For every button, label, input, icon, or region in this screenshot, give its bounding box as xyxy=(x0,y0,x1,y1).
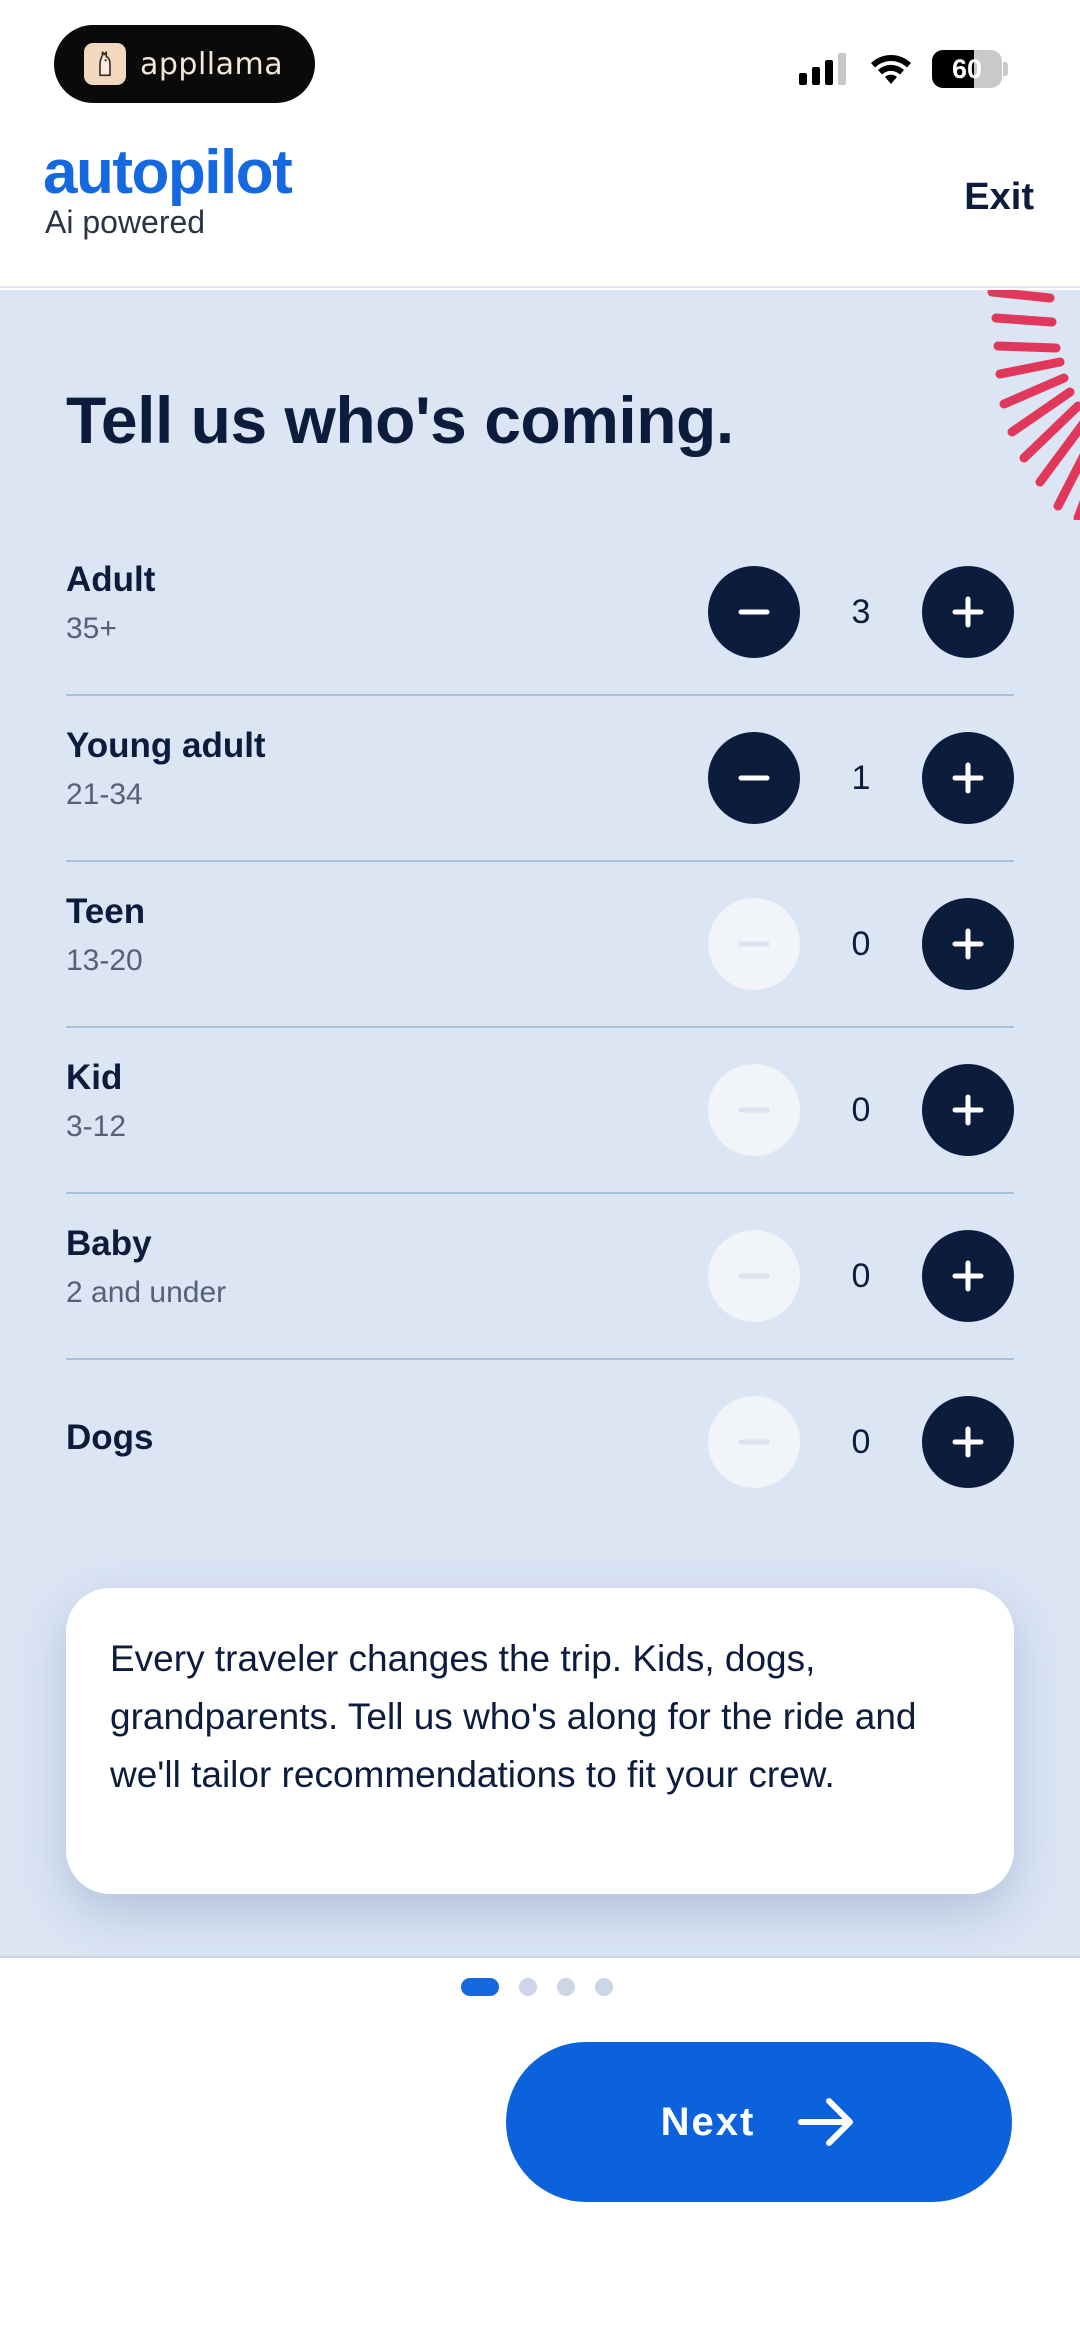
traveler-row: Young adult 21-34 1 xyxy=(66,696,1014,862)
minus-icon xyxy=(738,1107,770,1113)
signal-icon xyxy=(799,53,846,85)
minus-icon xyxy=(738,775,770,781)
page-dot xyxy=(595,1978,613,1996)
traveler-row: Adult 35+ 3 xyxy=(66,530,1014,696)
increment-button[interactable] xyxy=(922,1396,1014,1488)
traveler-age-range: 21-34 xyxy=(66,778,143,811)
sunburst-decoration xyxy=(987,290,1080,520)
traveler-age-range: 13-20 xyxy=(66,944,143,977)
page-dot-active xyxy=(461,1978,499,1996)
decrement-button[interactable] xyxy=(708,1064,800,1156)
count-value: 0 xyxy=(851,925,871,963)
info-card: Every traveler changes the trip. Kids, d… xyxy=(66,1588,1014,1894)
traveler-type-label: Young adult xyxy=(66,726,266,765)
next-label: Next xyxy=(660,2099,756,2144)
traveler-row: Baby 2 and under 0 xyxy=(66,1194,1014,1360)
page-dot xyxy=(557,1978,575,1996)
info-text: Every traveler changes the trip. Kids, d… xyxy=(110,1638,917,1795)
count-value: 0 xyxy=(851,1257,871,1295)
minus-icon xyxy=(738,1439,770,1445)
plus-icon xyxy=(952,1094,984,1126)
decrement-button[interactable] xyxy=(708,1230,800,1322)
wifi-icon xyxy=(871,55,911,84)
increment-button[interactable] xyxy=(922,898,1014,990)
llama-icon xyxy=(84,43,126,85)
traveler-type-label: Teen xyxy=(66,892,146,931)
traveler-row: Teen 13-20 0 xyxy=(66,862,1014,1028)
increment-button[interactable] xyxy=(922,1064,1014,1156)
count-value: 0 xyxy=(851,1091,871,1129)
count-stepper: 0 xyxy=(708,1230,1014,1322)
count-value: 0 xyxy=(851,1423,871,1461)
main-content: Tell us who's coming. Adult 35+ 3 Young adu… xyxy=(0,290,1080,1958)
increment-button[interactable] xyxy=(922,566,1014,658)
plus-icon xyxy=(952,928,984,960)
count-stepper: 0 xyxy=(708,898,1014,990)
traveler-type-label: Kid xyxy=(66,1058,123,1097)
decrement-button[interactable] xyxy=(708,732,800,824)
page-indicator xyxy=(461,1978,613,1996)
traveler-age-range: 35+ xyxy=(66,612,117,645)
status-bar: appllama 60 xyxy=(0,0,1080,120)
minus-icon xyxy=(738,609,770,615)
minus-icon xyxy=(738,941,770,947)
traveler-type-label: Baby xyxy=(66,1224,152,1263)
traveler-type-label: Adult xyxy=(66,560,156,599)
arrow-right-icon xyxy=(798,2098,854,2146)
app-header: autopilot Ai powered Exit xyxy=(0,120,1080,288)
count-stepper: 0 xyxy=(708,1396,1014,1488)
count-stepper: 3 xyxy=(708,566,1014,658)
plus-icon xyxy=(952,1260,984,1292)
count-stepper: 0 xyxy=(708,1064,1014,1156)
app-pill[interactable]: appllama xyxy=(54,25,315,103)
count-value: 1 xyxy=(851,759,871,797)
count-value: 3 xyxy=(851,593,871,631)
decrement-button[interactable] xyxy=(708,898,800,990)
app-name: appllama xyxy=(140,46,284,82)
decrement-button[interactable] xyxy=(708,566,800,658)
page-dot xyxy=(519,1978,537,1996)
minus-icon xyxy=(738,1273,770,1279)
traveler-row: Dogs 0 xyxy=(66,1360,1014,1526)
brand-logo: autopilot xyxy=(43,138,293,207)
battery-percent: 60 xyxy=(951,54,983,84)
traveler-age-range: 2 and under xyxy=(66,1276,227,1309)
brand-tagline: Ai powered xyxy=(45,204,206,240)
increment-button[interactable] xyxy=(922,1230,1014,1322)
battery-icon: 60 xyxy=(932,50,1008,88)
traveler-list: Adult 35+ 3 Young adult 21-34 1 Teen 13-20 0 Kid 3… xyxy=(66,530,1014,1526)
traveler-row: Kid 3-12 0 xyxy=(66,1028,1014,1194)
count-stepper: 1 xyxy=(708,732,1014,824)
page-title: Tell us who's coming. xyxy=(66,383,734,457)
decrement-button[interactable] xyxy=(708,1396,800,1488)
plus-icon xyxy=(952,596,984,628)
plus-icon xyxy=(952,762,984,794)
increment-button[interactable] xyxy=(922,732,1014,824)
next-button[interactable]: Next xyxy=(506,2042,1012,2202)
traveler-age-range: 3-12 xyxy=(66,1110,127,1143)
traveler-type-label: Dogs xyxy=(66,1418,154,1457)
plus-icon xyxy=(952,1426,984,1458)
exit-button[interactable]: Exit xyxy=(964,176,1034,219)
